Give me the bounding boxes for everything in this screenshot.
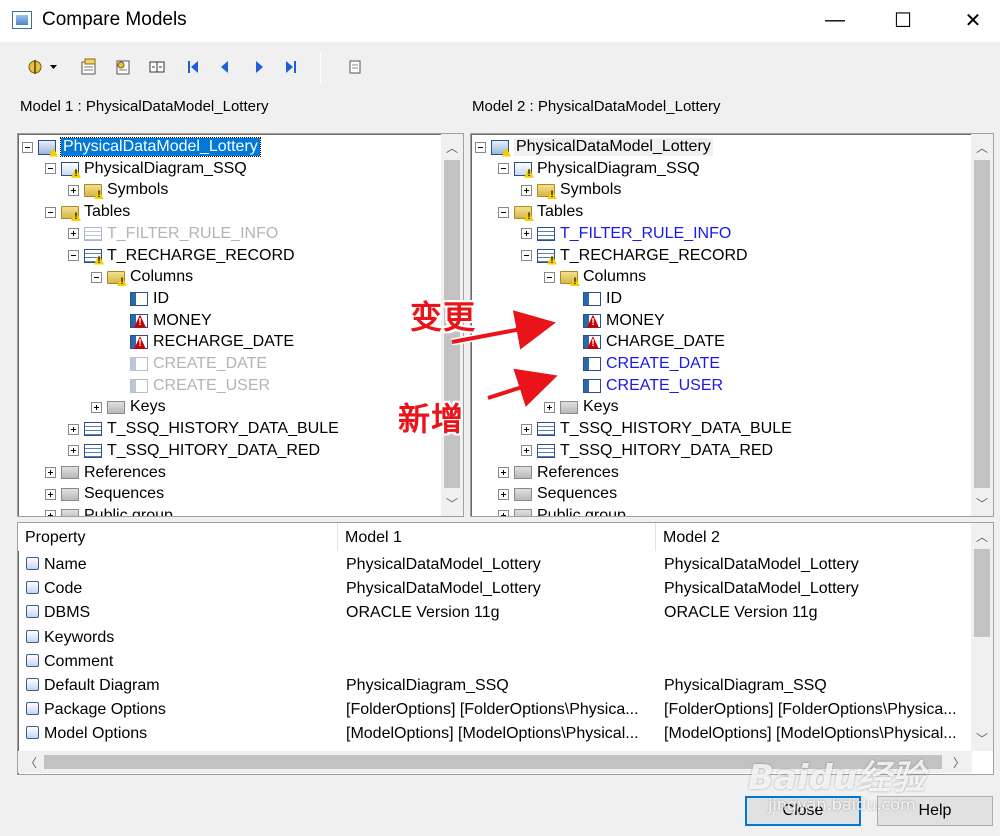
property-name-cell: Default Diagram [26,674,336,698]
scroll-right-icon[interactable]: 〉 [948,751,970,773]
scroll-up-icon[interactable]: ︿ [971,525,993,547]
property-name-cell: DBMS [26,601,336,625]
property-row[interactable]: Code PhysicalDataModel_Lottery PhysicalDat… [18,577,972,601]
model1-value [346,626,652,650]
property-name-cell: Name [26,553,336,577]
property-name-cell: Keywords [26,626,336,650]
property-icon [26,726,39,740]
model1-value: [FolderOptions] [FolderOptions\Physica..… [346,701,639,719]
property-row[interactable]: Name PhysicalDataModel_Lottery PhysicalDat… [18,553,972,577]
property-name: Name [44,556,87,573]
property-name: Code [44,580,83,598]
model1-value: PhysicalDataModel_Lottery [346,580,541,598]
property-icon [26,702,39,716]
property-name: Model Options [44,725,148,743]
property-name: DBMS [44,604,91,622]
model1-value: PhysicalDiagram_SSQ [346,677,509,694]
property-row[interactable]: Default Diagram PhysicalDiagram_SSQ Physic… [18,674,972,698]
scroll-left-icon[interactable]: 〈 [20,751,42,773]
property-icon [26,557,39,570]
scroll-thumb[interactable] [974,549,990,637]
scroll-down-icon[interactable]: ﹀ [971,727,993,749]
property-grid[interactable]: Property Model 1 Model 2 Name PhysicalDat… [17,522,994,775]
property-row[interactable]: Package Options [FolderOptions] [FolderOp… [18,698,972,722]
model2-value: ORACLE Version 11g [664,604,818,622]
model2-value: PhysicalDataModel_Lottery [664,580,859,598]
property-name-cell: Comment [26,650,336,674]
property-icon [26,605,39,619]
model2-value [664,626,968,650]
column-header-model1[interactable]: Model 1 [338,523,656,551]
model1-value: ORACLE Version 11g [346,604,500,622]
model1-value [346,650,652,674]
property-name-cell: Package Options [26,698,336,722]
model2-value: [ModelOptions] [ModelOptions\Physical... [664,725,957,743]
property-icon [26,581,39,595]
property-name-cell: Model Options [26,722,336,746]
model2-value [664,650,968,674]
property-row[interactable]: Keywords [18,626,972,650]
watermark-url: jingyan.baidu.com [768,795,916,814]
property-row[interactable]: Comment [18,650,972,674]
property-icon [26,653,39,667]
model1-value: PhysicalDataModel_Lottery [346,556,541,573]
baidu-watermark: Baidu经验 jingyan.baidu.com [748,750,925,814]
watermark-brand: Baidu经验 [748,758,926,798]
column-header-model2[interactable]: Model 2 [656,523,972,551]
property-row[interactable]: Model Options [ModelOptions] [ModelOption… [18,722,972,746]
model1-value: [ModelOptions] [ModelOptions\Physical... [346,725,639,743]
column-header-property[interactable]: Property [18,523,338,551]
model2-value: PhysicalDataModel_Lottery [664,556,859,573]
property-name-cell: Code [26,577,336,601]
property-name: Keywords [44,628,115,646]
model2-value: PhysicalDiagram_SSQ [664,677,827,694]
property-grid-vscrollbar[interactable]: ︿ ﹀ [971,523,993,751]
property-name: Default Diagram [44,677,160,694]
added-annotation: 新增 [398,400,465,438]
property-icon [26,678,39,691]
changed-annotation: 变更 [410,298,477,336]
property-row[interactable]: DBMS ORACLE Version 11g ORACLE Version 11g [18,601,972,625]
added-arrow [487,368,558,407]
model2-value: [FolderOptions] [FolderOptions\Physica..… [664,701,957,719]
property-name: Package Options [44,701,166,719]
property-name: Comment [44,652,114,670]
property-icon [26,629,39,643]
